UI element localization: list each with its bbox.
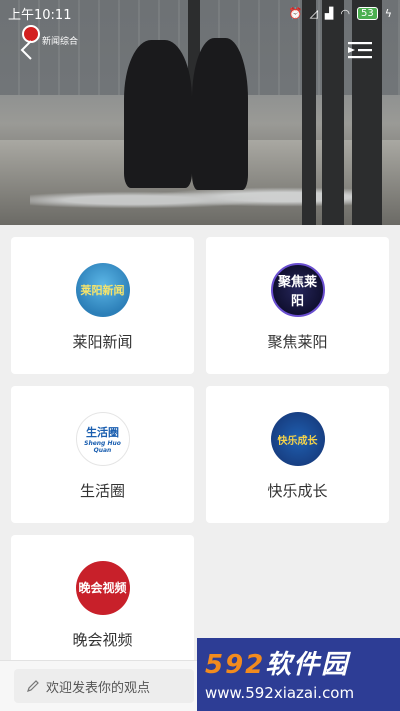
comment-input[interactable]: 欢迎发表你的观点	[14, 669, 194, 703]
comment-placeholder: 欢迎发表你的观点	[46, 680, 151, 696]
card-happy-growth[interactable]: 快乐成长 快乐成长	[206, 386, 389, 523]
channel-name: 新闻综合	[42, 37, 79, 47]
laiyang-news-logo: 莱阳新闻	[75, 263, 130, 317]
watermark-brand: 592软件园	[205, 644, 349, 681]
happy-growth-logo: 快乐成长	[270, 412, 325, 466]
card-label: 晚会视频	[72, 631, 133, 649]
gala-video-logo: 晚会视频	[75, 561, 130, 615]
watermark-brand-num: 592	[205, 650, 266, 680]
video-player[interactable]: 上午10:11 ⏰ ◿ ▟ ◠ 53 ϟ 新闻综合	[0, 0, 400, 225]
charging-icon: ϟ	[384, 6, 392, 20]
video-scene-tree	[352, 0, 382, 225]
card-focus-laiyang[interactable]: 聚焦莱阳 聚焦莱阳	[206, 237, 389, 374]
card-label: 莱阳新闻	[72, 333, 133, 351]
card-gala-video[interactable]: 晚会视频 晚会视频	[11, 535, 194, 672]
signal-off-icon: ◿	[309, 6, 318, 20]
video-scene-person	[124, 40, 192, 188]
card-life-circle[interactable]: 生活圈 Sheng Huo Quan 生活圈	[11, 386, 194, 523]
card-label: 聚焦莱阳	[267, 333, 328, 351]
watermark-brand-text: 软件园	[265, 650, 350, 680]
focus-laiyang-logo: 聚焦莱阳	[270, 263, 325, 317]
card-label: 快乐成长	[267, 482, 328, 500]
card-laiyang-news[interactable]: 莱阳新闻 莱阳新闻	[11, 237, 194, 374]
pencil-icon	[27, 680, 39, 692]
wifi-icon: ◠	[340, 6, 350, 20]
playlist-icon[interactable]	[348, 40, 372, 60]
life-circle-logo: 生活圈 Sheng Huo Quan	[75, 412, 130, 466]
video-scene-tree	[302, 0, 316, 225]
back-icon[interactable]	[16, 38, 40, 62]
watermark: 592软件园 www.592xiazai.com	[197, 638, 400, 711]
signal-icon: ▟	[324, 6, 334, 20]
alarm-icon: ⏰	[288, 6, 303, 20]
video-scene-person	[192, 38, 248, 190]
video-scene-tree	[322, 0, 344, 225]
status-icons: ⏰ ◿ ▟ ◠ 53 ϟ	[288, 6, 392, 20]
battery-icon: 53	[357, 6, 378, 20]
watermark-url: www.592xiazai.com	[205, 684, 355, 702]
card-label: 生活圈	[79, 482, 125, 500]
life-circle-logo-subtext: Sheng Huo Quan	[84, 440, 121, 454]
life-circle-logo-text: 生活圈	[86, 426, 119, 439]
